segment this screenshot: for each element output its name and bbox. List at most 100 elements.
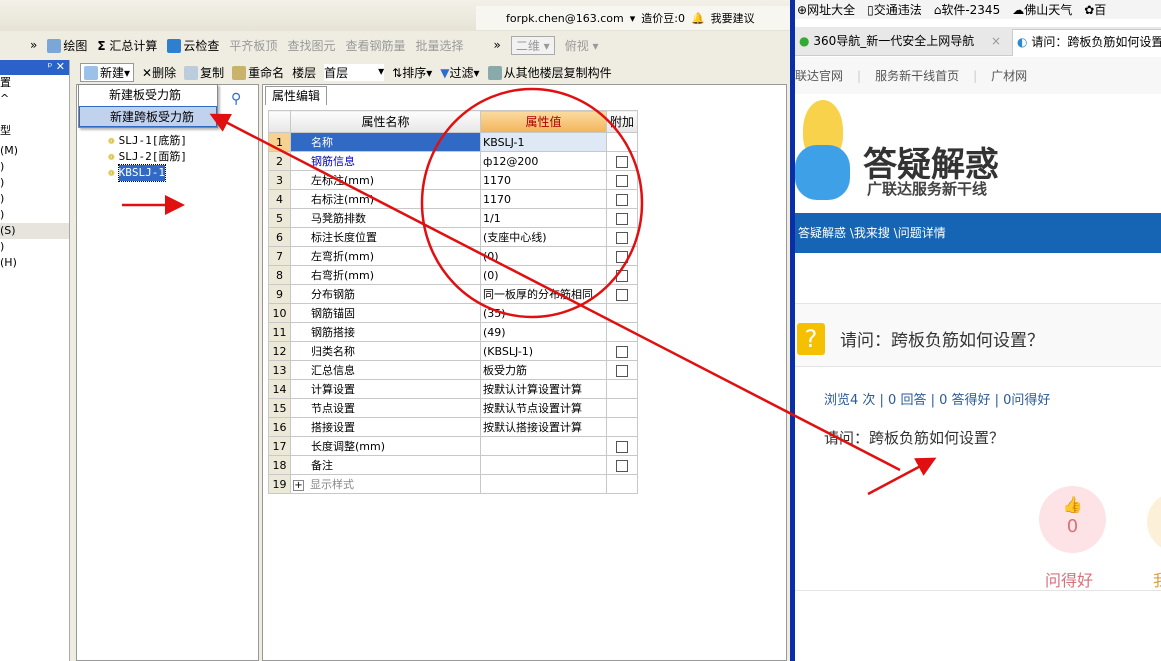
property-name[interactable]: 标注长度位置 xyxy=(290,227,481,247)
property-name[interactable]: 钢筋信息 xyxy=(290,151,481,171)
extra-checkbox[interactable] xyxy=(616,155,628,168)
extra-checkbox[interactable] xyxy=(616,459,628,472)
extra-checkbox[interactable] xyxy=(616,345,628,358)
property-value[interactable]: (0) xyxy=(480,265,607,285)
bookmark-item[interactable]: ▯交通违法 xyxy=(867,1,922,18)
left-pane-item[interactable]: (H) xyxy=(0,255,69,271)
bell-icon[interactable]: 🔔 xyxy=(691,12,705,25)
grid-row[interactable]: 4 右标注(mm) 1170 xyxy=(268,189,638,209)
extra-checkbox[interactable] xyxy=(616,174,628,187)
property-value[interactable]: KBSLJ-1 xyxy=(480,132,607,152)
copy-from-floor-button[interactable]: 从其他楼层复制构件 xyxy=(487,64,612,81)
property-value[interactable]: (0) xyxy=(480,246,607,266)
extra-checkbox[interactable] xyxy=(616,250,628,263)
property-value[interactable]: (35) xyxy=(480,303,607,323)
property-name[interactable]: 长度调整(mm) xyxy=(290,436,481,456)
property-name[interactable]: 搭接设置 xyxy=(290,417,481,437)
property-name[interactable]: 马凳筋排数 xyxy=(290,208,481,228)
grid-row[interactable]: 18 备注 xyxy=(268,455,638,475)
extra-checkbox[interactable] xyxy=(616,364,628,377)
property-name[interactable]: 计算设置 xyxy=(290,379,481,399)
grid-row[interactable]: 14 计算设置 按默认计算设置计算 xyxy=(268,379,638,399)
left-pane-item[interactable]: (M) xyxy=(0,143,69,159)
grid-row[interactable]: 15 节点设置 按默认节点设置计算 xyxy=(268,398,638,418)
rename-button[interactable]: 重命名 xyxy=(232,64,284,81)
property-name[interactable]: 名称 xyxy=(290,132,481,152)
left-pane-item[interactable] xyxy=(0,107,69,123)
property-name[interactable]: 左标注(mm) xyxy=(290,170,481,190)
grid-row[interactable]: 11 钢筋搭接 (49) xyxy=(268,322,638,342)
left-pane-item[interactable]: ) xyxy=(0,207,69,223)
nav-link[interactable]: 广材网 xyxy=(991,67,1027,84)
property-name[interactable]: 钢筋锚固 xyxy=(290,303,481,323)
nav-link[interactable]: 联达官网 xyxy=(795,67,843,84)
close-icon[interactable]: ✕ xyxy=(56,60,65,73)
extra-checkbox[interactable] xyxy=(616,269,628,282)
grid-row[interactable]: 16 搭接设置 按默认搭接设置计算 xyxy=(268,417,638,437)
grid-row[interactable]: 10 钢筋锚固 (35) xyxy=(268,303,638,323)
property-value[interactable]: ф12@200 xyxy=(480,151,607,171)
expand-icon[interactable]: + xyxy=(293,480,304,491)
left-pane-item[interactable]: ) xyxy=(0,191,69,207)
grid-row[interactable]: 12 归类名称 (KBSLJ-1) xyxy=(268,341,638,361)
pin-icon[interactable]: ᵖ xyxy=(48,60,53,73)
suggest-link[interactable]: 我要建议 xyxy=(711,10,755,26)
bookmark-item[interactable]: ⌂软件-2345 xyxy=(934,1,1001,18)
property-name[interactable]: 分布钢筋 xyxy=(290,284,481,304)
view-2d-select[interactable]: 二维 ▾ xyxy=(510,35,555,55)
property-name[interactable]: 汇总信息 xyxy=(290,360,481,380)
property-value[interactable]: 1/1 xyxy=(480,208,607,228)
sort-button[interactable]: ⇅排序▾ xyxy=(392,64,432,81)
bookmark-item[interactable]: ⊕网址大全 xyxy=(797,1,855,18)
filter-button[interactable]: ▼过滤▾ xyxy=(440,64,479,81)
tree-item[interactable]: ❁ KBSLJ-1 xyxy=(108,164,187,182)
property-name[interactable]: 节点设置 xyxy=(290,398,481,418)
property-name[interactable]: 右标注(mm) xyxy=(290,189,481,209)
bookmark-item[interactable]: ✿百 xyxy=(1084,1,1106,18)
extra-checkbox[interactable] xyxy=(616,212,628,225)
bookmark-item[interactable]: ☁佛山天气 xyxy=(1012,1,1072,18)
grid-row[interactable]: 13 汇总信息 板受力筋 xyxy=(268,360,638,380)
like-button[interactable]: 👍 0 xyxy=(1039,486,1106,553)
grid-row[interactable]: 19 + 显示样式 xyxy=(268,474,638,494)
grid-row[interactable]: 7 左弯折(mm) (0) xyxy=(268,246,638,266)
sum-button[interactable]: Σ 汇总计算 xyxy=(97,37,157,54)
property-name[interactable]: + 显示样式 xyxy=(290,474,481,494)
property-value[interactable]: (KBSLJ-1) xyxy=(480,341,607,361)
delete-button[interactable]: ✕删除 xyxy=(142,64,176,81)
property-name[interactable]: 左弯折(mm) xyxy=(290,246,481,266)
property-value[interactable]: 同一板厚的分布筋相同 xyxy=(480,284,607,304)
grid-row[interactable]: 2 钢筋信息 ф12@200 xyxy=(268,151,638,171)
browser-tab-1[interactable]: ● 360导航_新一代安全上网导航 × xyxy=(795,29,1007,56)
grid-row[interactable]: 6 标注长度位置 (支座中心线) xyxy=(268,227,638,247)
property-value[interactable]: 板受力筋 xyxy=(480,360,607,380)
batch-select-button[interactable]: 批量选择 xyxy=(415,37,463,54)
left-pane-item[interactable]: (S) xyxy=(0,223,69,239)
draw-button[interactable]: 绘图 xyxy=(47,37,87,54)
second-action-button[interactable] xyxy=(1147,492,1161,552)
browser-tab-2[interactable]: ◐ 请问：跨板负筋如何设置 xyxy=(1012,29,1161,56)
left-pane-item[interactable]: 置 xyxy=(0,75,69,91)
tree-item[interactable]: ❁ SLJ-1[底筋] xyxy=(108,133,187,149)
property-value[interactable] xyxy=(480,455,607,475)
menu-item[interactable]: 新建跨板受力筋 xyxy=(79,106,217,127)
property-value[interactable]: 按默认搭接设置计算 xyxy=(480,417,607,437)
tab-close-icon[interactable]: × xyxy=(991,29,1001,54)
property-name[interactable]: 归类名称 xyxy=(290,341,481,361)
align-button[interactable]: 平齐板顶 xyxy=(229,37,277,54)
tree-item[interactable]: ❁ SLJ-2[面筋] xyxy=(108,149,187,165)
copy-button[interactable]: 复制 xyxy=(184,64,224,81)
new-button[interactable]: 新建▾ xyxy=(80,62,135,82)
nav-link[interactable]: 服务新干线首页 xyxy=(875,67,959,84)
extra-checkbox[interactable] xyxy=(616,231,628,244)
property-value[interactable]: 按默认节点设置计算 xyxy=(480,398,607,418)
property-name[interactable]: 右弯折(mm) xyxy=(290,265,481,285)
grid-row[interactable]: 1 名称 KBSLJ-1 xyxy=(268,132,638,152)
menu-item[interactable]: 新建板受力筋 xyxy=(79,85,217,106)
find-button[interactable]: 查找图元 xyxy=(287,37,335,54)
property-value[interactable]: 按默认计算设置计算 xyxy=(480,379,607,399)
left-pane-item[interactable]: 型 xyxy=(0,123,69,139)
user-email[interactable]: forpk.chen@163.com xyxy=(506,12,624,25)
cloud-check-button[interactable]: 云检查 xyxy=(167,37,219,54)
extra-checkbox[interactable] xyxy=(616,193,628,206)
